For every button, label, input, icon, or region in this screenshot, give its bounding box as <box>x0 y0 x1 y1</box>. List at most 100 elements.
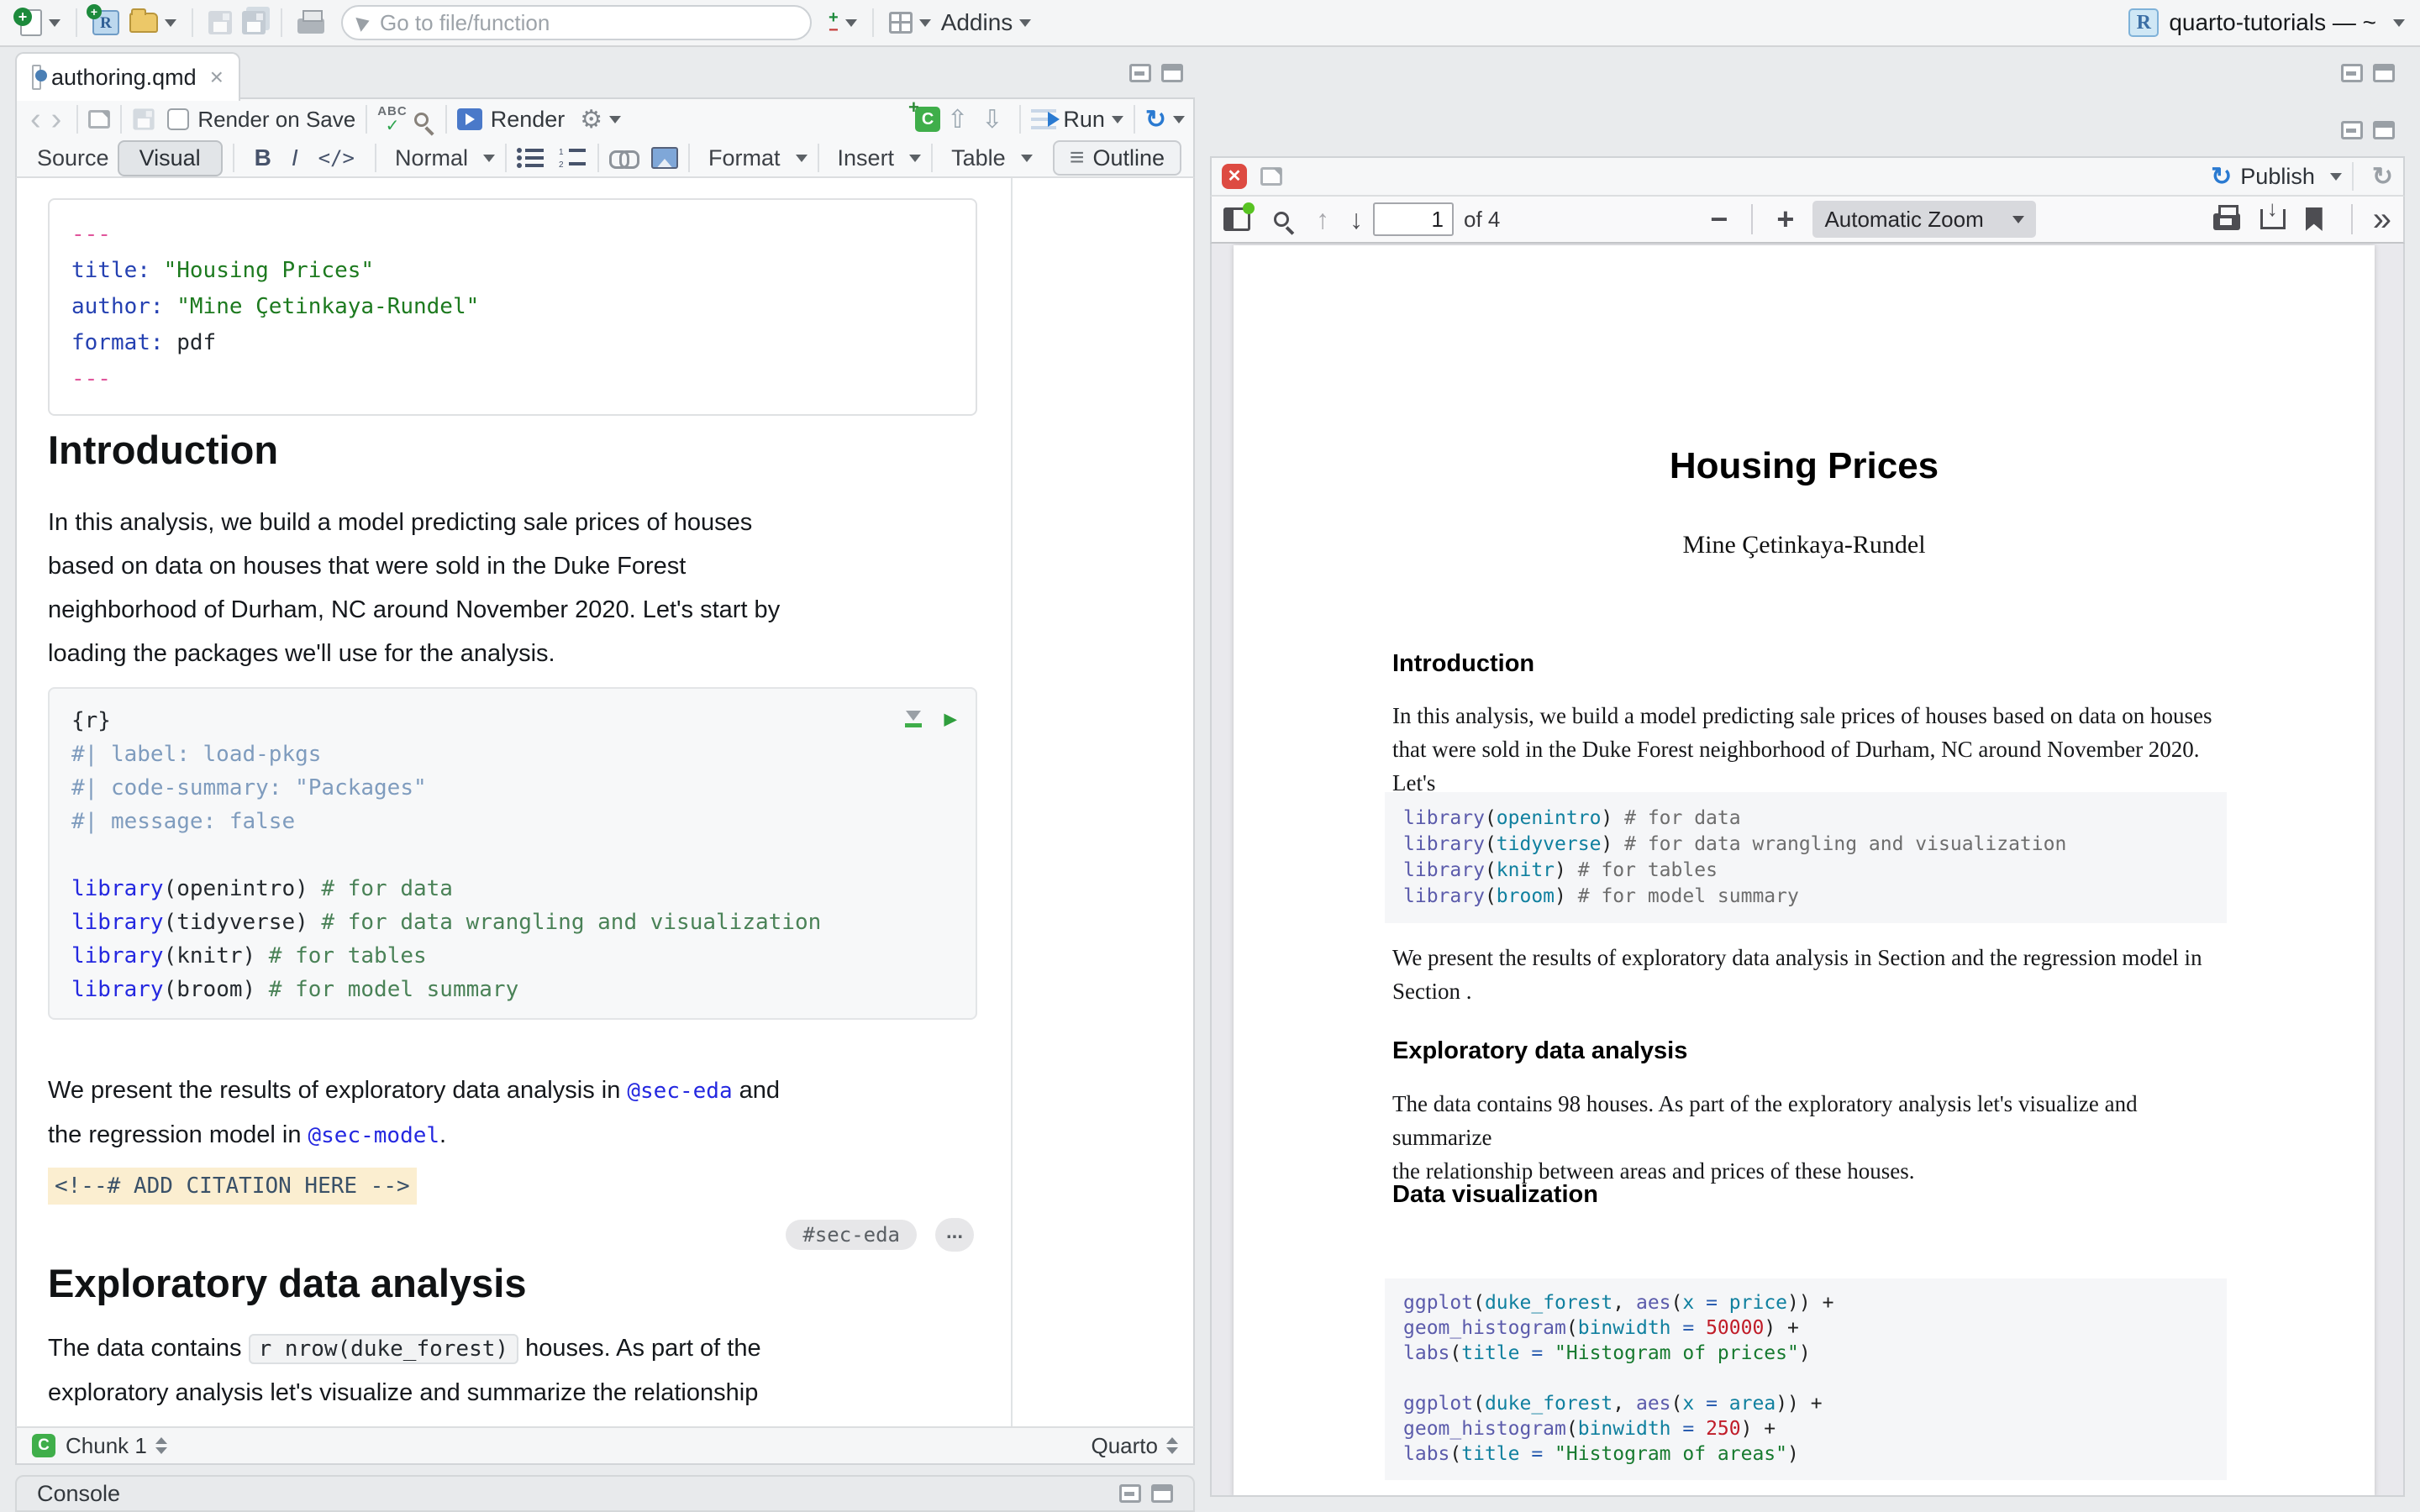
print-button[interactable] <box>297 12 324 34</box>
files-tabstrip <box>1210 109 2405 158</box>
publish-button[interactable]: ↻ Publish <box>2211 162 2342 192</box>
text-line: library(knitr) # for tables <box>71 939 954 973</box>
bold-button[interactable]: B <box>255 144 271 171</box>
spellcheck-icon[interactable]: ABC✓ <box>377 105 408 134</box>
run-caret[interactable] <box>1112 116 1123 123</box>
console-maximize-icon[interactable] <box>1151 1484 1173 1503</box>
render-on-save-checkbox[interactable] <box>167 108 189 130</box>
save-doc-icon[interactable] <box>134 108 155 129</box>
run-up-icon[interactable]: ⇧ <box>947 105 968 134</box>
new-project-button[interactable]: R <box>92 10 119 35</box>
text-line: based on data on houses that were sold i… <box>48 544 780 588</box>
popout-icon[interactable] <box>88 110 110 129</box>
forward-icon[interactable]: › <box>51 102 62 136</box>
pdf-zoom-in-icon[interactable]: + <box>1776 202 1794 237</box>
pdf-download-icon[interactable] <box>2260 209 2286 229</box>
env-minimize-icon[interactable] <box>2341 64 2363 82</box>
viewer-popout-icon[interactable] <box>1260 167 1282 186</box>
env-maximize-icon[interactable] <box>2373 64 2395 82</box>
save-button[interactable] <box>208 11 232 34</box>
image-icon[interactable] <box>651 147 678 169</box>
viewer-minimize-icon[interactable] <box>2341 121 2363 139</box>
editor-body: --- title: "Housing Prices"author: "Mine … <box>15 178 1195 1426</box>
run-chunks-above-icon[interactable] <box>905 711 922 727</box>
text-line: library(openintro) # for data <box>1403 806 2208 832</box>
pdf-eda-paragraph: The data contains 98 houses. As part of … <box>1392 1087 2233 1188</box>
pdf-zoom-select[interactable]: Automatic Zoom <box>1812 201 2036 238</box>
addins-button[interactable]: Addins <box>941 9 1032 36</box>
gear-icon[interactable]: ⚙ <box>580 105 602 134</box>
rerun-caret[interactable] <box>1173 116 1185 123</box>
project-menu-button[interactable]: R quarto-tutorials — ~ <box>2128 8 2405 37</box>
open-folder-icon <box>129 13 158 33</box>
run-button[interactable]: Run <box>1063 107 1105 133</box>
italic-button[interactable]: I <box>292 144 298 171</box>
visual-mode-button[interactable]: Visual <box>118 140 223 176</box>
pdf-viewport[interactable]: Housing Prices Mine Çetinkaya-Rundel Int… <box>1210 244 2405 1497</box>
version-control-button[interactable]: +− <box>829 12 857 34</box>
text-line: format: pdf <box>71 325 954 361</box>
pdf-zoom-out-icon[interactable]: − <box>1710 202 1728 237</box>
console-pane-header[interactable]: Console <box>15 1475 1195 1512</box>
maximize-pane-icon[interactable] <box>1161 64 1183 82</box>
back-icon[interactable]: ‹ <box>30 102 41 136</box>
pdf-prev-page-icon[interactable]: ↑ <box>1316 204 1329 235</box>
pdf-sidebar-toggle-icon[interactable] <box>1223 207 1250 231</box>
chunk-position-button[interactable]: Chunk 1 <box>66 1433 147 1459</box>
new-file-button[interactable] <box>20 9 60 36</box>
tab-authoring-qmd[interactable]: authoring.qmd × <box>15 52 240 101</box>
code-button[interactable]: </> <box>318 146 355 170</box>
refresh-viewer-icon[interactable]: ↻ <box>2372 162 2393 192</box>
citation-comment[interactable]: <!--# ADD CITATION HERE --> <box>48 1168 417 1205</box>
r-project-icon: R <box>2128 8 2159 37</box>
text-line: --- <box>71 361 954 397</box>
run-chunk-icon[interactable]: ▶ <box>944 702 957 736</box>
pdf-page-input[interactable] <box>1373 202 1454 236</box>
numbered-list-icon[interactable]: 12 <box>559 147 587 169</box>
pdf-next-page-icon[interactable]: ↓ <box>1349 204 1363 235</box>
format-menu[interactable]: Format <box>708 145 781 171</box>
open-file-button[interactable] <box>129 13 176 33</box>
rerun-icon[interactable]: ↻ <box>1145 105 1166 134</box>
yaml-front-matter[interactable]: --- title: "Housing Prices"author: "Mine … <box>48 198 977 416</box>
goto-file-box <box>341 5 812 40</box>
pdf-print-icon[interactable] <box>2213 213 2240 230</box>
source-mode-button[interactable]: Source <box>37 145 109 171</box>
text-line: author: "Mine Çetinkaya-Rundel" <box>71 289 954 325</box>
chunk-nav-icon[interactable] <box>155 1437 167 1454</box>
stop-icon[interactable]: ✕ <box>1222 164 1247 189</box>
format-toolbar: Source Visual B I </> Normal 12 Format I… <box>15 139 1195 178</box>
goto-file-input[interactable] <box>380 10 795 36</box>
tab-close-icon[interactable]: × <box>210 64 224 91</box>
link-icon[interactable] <box>609 150 636 165</box>
editor-canvas[interactable]: --- title: "Housing Prices"author: "Mine … <box>17 178 1013 1426</box>
r-code-chunk[interactable]: ▶ {r}#| label: load-pkgs#| code-summary:… <box>48 687 977 1020</box>
paragraph-style-select[interactable]: Normal <box>395 145 468 171</box>
text-line: geom_histogram(binwidth = 50000) + <box>1403 1315 2208 1341</box>
section-options-button[interactable]: ... <box>935 1218 974 1252</box>
table-menu[interactable]: Table <box>951 145 1006 171</box>
pdf-zoom-value: Automatic Zoom <box>1824 207 1983 233</box>
insert-menu[interactable]: Insert <box>838 145 895 171</box>
pdf-bookmark-icon[interactable] <box>2306 207 2323 231</box>
pdf-more-tools-icon[interactable]: » <box>2373 201 2391 239</box>
environment-tabstrip <box>1210 52 2405 99</box>
render-button[interactable]: Render <box>491 107 566 133</box>
save-all-button[interactable] <box>242 11 266 34</box>
find-replace-icon[interactable] <box>414 113 429 127</box>
doc-mode-caret-icon[interactable] <box>1166 1437 1178 1454</box>
pdf-search-icon[interactable] <box>1274 212 1289 227</box>
run-down-icon[interactable]: ⇩ <box>981 105 1002 134</box>
insert-chunk-icon[interactable]: C <box>915 107 940 132</box>
render-on-save-label: Render on Save <box>197 107 355 133</box>
pane-layout-button[interactable] <box>889 12 931 34</box>
text-line: neighborhood of Durham, NC around Novemb… <box>48 588 780 632</box>
doc-mode-button[interactable]: Quarto <box>1092 1433 1159 1459</box>
outline-toggle-button[interactable]: ≡ Outline <box>1053 140 1181 176</box>
console-minimize-icon[interactable] <box>1119 1484 1141 1503</box>
viewer-maximize-icon[interactable] <box>2373 121 2395 139</box>
text-line: title: "Housing Prices" <box>71 253 954 289</box>
minimize-pane-icon[interactable] <box>1129 64 1151 82</box>
render-options-caret[interactable] <box>609 116 621 123</box>
bullet-list-icon[interactable] <box>517 147 545 169</box>
